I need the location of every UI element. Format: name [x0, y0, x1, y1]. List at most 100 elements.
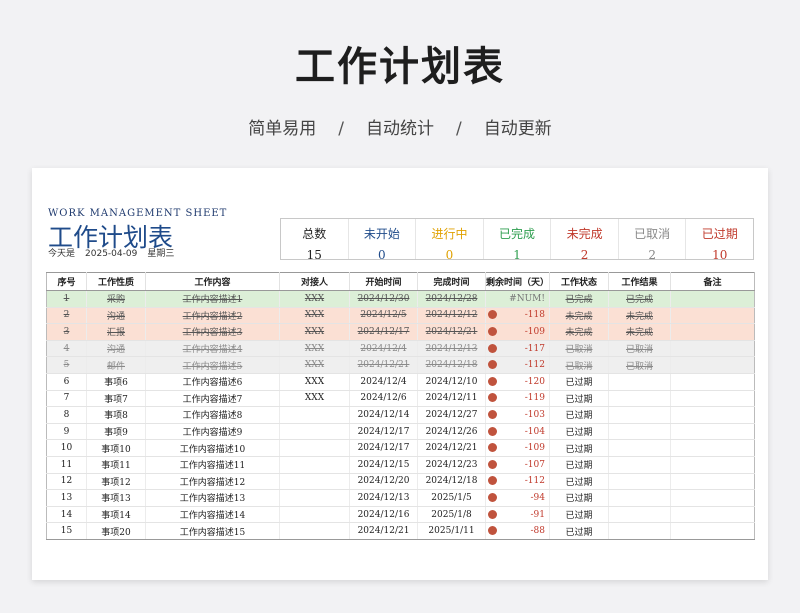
cell-status[interactable]: 已过期 [549, 489, 609, 507]
cell-contact[interactable] [279, 522, 350, 540]
cell-note[interactable] [670, 522, 755, 540]
table-row[interactable]: 9 事项9 工作内容描述9 2024/12/17 2024/12/26 -104 已过期 [46, 423, 755, 441]
cell-start[interactable]: 2024/12/5 [349, 307, 418, 325]
cell-end[interactable]: 2025/1/8 [417, 506, 486, 524]
table-row[interactable]: 10 事项10 工作内容描述10 2024/12/17 2024/12/21 -109 已过… [46, 439, 755, 457]
cell-type[interactable]: 事项8 [86, 406, 146, 424]
cell-type[interactable]: 事项10 [86, 439, 146, 457]
cell-contact[interactable] [279, 489, 350, 507]
cell-status[interactable]: 已过期 [549, 473, 609, 491]
cell-number[interactable]: 2 [46, 307, 87, 325]
cell-content[interactable]: 工作内容描述12 [145, 473, 280, 491]
cell-content[interactable]: 工作内容描述15 [145, 522, 280, 540]
cell-result[interactable] [608, 522, 671, 540]
cell-content[interactable]: 工作内容描述11 [145, 456, 280, 474]
cell-contact[interactable]: XXX [279, 373, 350, 391]
cell-note[interactable] [670, 473, 755, 491]
cell-result[interactable] [608, 506, 671, 524]
cell-number[interactable]: 1 [46, 290, 87, 308]
cell-note[interactable] [670, 506, 755, 524]
cell-type[interactable]: 事项6 [86, 373, 146, 391]
cell-number[interactable]: 7 [46, 390, 87, 408]
cell-status[interactable]: 已完成 [549, 290, 609, 308]
cell-type[interactable]: 事项14 [86, 506, 146, 524]
cell-remain[interactable]: -107 [485, 456, 550, 474]
cell-type[interactable]: 汇报 [86, 323, 146, 341]
cell-end[interactable]: 2024/12/26 [417, 423, 486, 441]
cell-note[interactable] [670, 290, 755, 308]
cell-type[interactable]: 沟通 [86, 340, 146, 358]
cell-status[interactable]: 已过期 [549, 390, 609, 408]
cell-start[interactable]: 2024/12/6 [349, 390, 418, 408]
table-row[interactable]: 6 事项6 工作内容描述6 XXX 2024/12/4 2024/12/10 -120 已过期 [46, 373, 755, 391]
cell-type[interactable]: 事项12 [86, 473, 146, 491]
cell-result[interactable] [608, 439, 671, 457]
cell-content[interactable]: 工作内容描述4 [145, 340, 280, 358]
column-header[interactable]: 工作性质 [86, 272, 146, 291]
column-header[interactable]: 工作内容 [145, 272, 280, 291]
cell-status[interactable]: 已过期 [549, 423, 609, 441]
cell-start[interactable]: 2024/12/15 [349, 456, 418, 474]
cell-start[interactable]: 2024/12/17 [349, 323, 418, 341]
cell-note[interactable] [670, 390, 755, 408]
cell-start[interactable]: 2024/12/16 [349, 506, 418, 524]
cell-number[interactable]: 12 [46, 473, 87, 491]
cell-content[interactable]: 工作内容描述6 [145, 373, 280, 391]
cell-contact[interactable]: XXX [279, 340, 350, 358]
table-row[interactable]: 4 沟通 工作内容描述4 XXX 2024/12/4 2024/12/13 -117 已取消已… [46, 340, 755, 358]
cell-remain[interactable]: -112 [485, 356, 550, 374]
cell-remain[interactable]: -109 [485, 439, 550, 457]
cell-type[interactable]: 事项11 [86, 456, 146, 474]
cell-status[interactable]: 未完成 [549, 307, 609, 325]
cell-note[interactable] [670, 323, 755, 341]
cell-remain[interactable]: -94 [485, 489, 550, 507]
cell-content[interactable]: 工作内容描述10 [145, 439, 280, 457]
cell-content[interactable]: 工作内容描述7 [145, 390, 280, 408]
cell-end[interactable]: 2024/12/21 [417, 439, 486, 457]
cell-note[interactable] [670, 307, 755, 325]
cell-remain[interactable]: -104 [485, 423, 550, 441]
table-row[interactable]: 5 邮件 工作内容描述5 XXX 2024/12/21 2024/12/18 -112 已取消… [46, 356, 755, 374]
cell-contact[interactable] [279, 439, 350, 457]
cell-end[interactable]: 2024/12/28 [417, 290, 486, 308]
cell-result[interactable]: 已完成 [608, 290, 671, 308]
cell-end[interactable]: 2025/1/11 [417, 522, 486, 540]
table-row[interactable]: 8 事项8 工作内容描述8 2024/12/14 2024/12/27 -103 已过期 [46, 406, 755, 424]
cell-content[interactable]: 工作内容描述9 [145, 423, 280, 441]
cell-end[interactable]: 2025/1/5 [417, 489, 486, 507]
cell-content[interactable]: 工作内容描述3 [145, 323, 280, 341]
cell-start[interactable]: 2024/12/20 [349, 473, 418, 491]
cell-note[interactable] [670, 373, 755, 391]
cell-number[interactable]: 4 [46, 340, 87, 358]
column-header[interactable]: 工作结果 [608, 272, 671, 291]
cell-note[interactable] [670, 356, 755, 374]
column-header[interactable]: 对接人 [279, 272, 350, 291]
cell-number[interactable]: 9 [46, 423, 87, 441]
cell-number[interactable]: 14 [46, 506, 87, 524]
cell-type[interactable]: 事项9 [86, 423, 146, 441]
column-header[interactable]: 完成时间 [417, 272, 486, 291]
cell-remain[interactable]: -112 [485, 473, 550, 491]
cell-note[interactable] [670, 340, 755, 358]
cell-type[interactable]: 沟通 [86, 307, 146, 325]
cell-end[interactable]: 2024/12/23 [417, 456, 486, 474]
cell-contact[interactable] [279, 506, 350, 524]
table-row[interactable]: 14 事项14 工作内容描述14 2024/12/16 2025/1/8 -91 已过期 [46, 506, 755, 524]
cell-content[interactable]: 工作内容描述14 [145, 506, 280, 524]
cell-remain[interactable]: #NUM! [485, 290, 550, 308]
cell-start[interactable]: 2024/12/4 [349, 373, 418, 391]
table-row[interactable]: 15 事项20 工作内容描述15 2024/12/21 2025/1/11 -88 已过期 [46, 522, 755, 540]
table-row[interactable]: 3 汇报 工作内容描述3 XXX 2024/12/17 2024/12/21 -109 未完成… [46, 323, 755, 341]
cell-content[interactable]: 工作内容描述2 [145, 307, 280, 325]
table-row[interactable]: 7 事项7 工作内容描述7 XXX 2024/12/6 2024/12/11 -119 已过期 [46, 390, 755, 408]
cell-status[interactable]: 未完成 [549, 323, 609, 341]
cell-contact[interactable]: XXX [279, 323, 350, 341]
column-header[interactable]: 剩余时间（天） [485, 272, 550, 291]
cell-result[interactable] [608, 373, 671, 391]
cell-result[interactable]: 已取消 [608, 340, 671, 358]
cell-remain[interactable]: -117 [485, 340, 550, 358]
cell-number[interactable]: 15 [46, 522, 87, 540]
cell-contact[interactable] [279, 423, 350, 441]
cell-note[interactable] [670, 439, 755, 457]
cell-remain[interactable]: -109 [485, 323, 550, 341]
